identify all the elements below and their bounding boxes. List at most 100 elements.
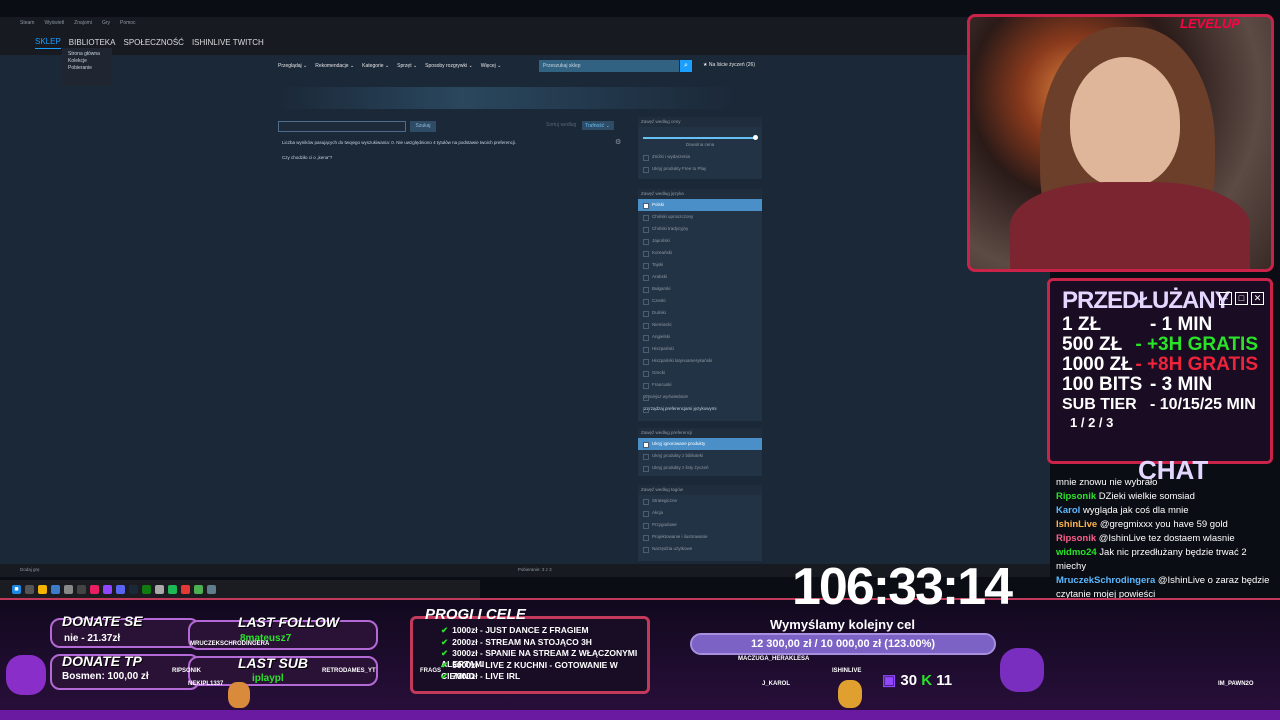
tag-option[interactable]: Przygodowe [638, 519, 762, 531]
add-game-button[interactable]: Dodaj grę [20, 567, 40, 574]
slider-knob[interactable] [753, 135, 758, 140]
pref-option[interactable]: Ukryj produkty z biblioteki [638, 450, 762, 462]
app-icon[interactable] [207, 584, 216, 594]
store-search-input[interactable]: Przeszukaj sklep [539, 60, 679, 72]
language-manage[interactable]: Zarządzaj preferencjami językowymi [638, 403, 762, 415]
language-show-less[interactable]: zmniejsz wyświetlanie [638, 391, 762, 403]
search-icon[interactable]: ⌕ [680, 60, 692, 72]
did-you-mean[interactable]: Czy chodziło ci o „kena”? [282, 155, 332, 160]
windows-icon[interactable]: ■ [12, 584, 21, 594]
spotify-icon[interactable] [168, 584, 177, 594]
twitch-icon[interactable] [103, 584, 112, 594]
language-option[interactable]: Chiński tradycyjny [638, 223, 762, 235]
tab-hardware[interactable]: Sprzęt ⌄ [397, 63, 417, 69]
sort-dropdown[interactable]: Trafność ⌄ [582, 121, 614, 130]
language-option[interactable]: Tajski [638, 259, 762, 271]
avatar-name: NEKIPL1337 [188, 681, 224, 687]
language-option[interactable]: Niemiecki [638, 319, 762, 331]
app-icon[interactable] [90, 584, 99, 594]
language-option[interactable]: Koreański [638, 247, 762, 259]
pref-option[interactable]: Ukryj produkty z listy życzeń [638, 462, 762, 474]
app-icon[interactable] [25, 584, 34, 594]
chat-text: wygląda jak coś dla mnie [1082, 505, 1189, 516]
chat-username[interactable]: Ripsonik [1056, 533, 1096, 544]
language-option[interactable]: Chiński uproszczony [638, 211, 762, 223]
nav-library[interactable]: BIBLIOTEKA [69, 36, 116, 49]
chat-username[interactable]: IshinLive [1056, 519, 1097, 530]
language-option[interactable]: Czeski [638, 295, 762, 307]
tags-filter-head: Zawęź według tagów [638, 485, 762, 495]
dropdown-item-collections[interactable]: Kolekcje [68, 58, 106, 65]
price-option[interactable]: Ukryj produkty Free to Play [638, 163, 762, 175]
price-option[interactable]: Zniżki i wydarzenia [638, 151, 762, 163]
language-option[interactable]: Grecki [638, 367, 762, 379]
language-option[interactable]: Angielski [638, 331, 762, 343]
app-icon[interactable] [194, 584, 203, 594]
steam-window: Steam Wyświetl Znajomi Gry Pomoc SKLEP B… [0, 17, 1050, 577]
pref-option[interactable]: Ukryj ignorowane produkty [638, 438, 762, 450]
chat-text: mnie znowu nie wybrało [1056, 477, 1158, 488]
gear-icon[interactable]: ⚙ [615, 138, 621, 146]
panel-window-buttons: – □ ✕ [1219, 292, 1264, 305]
preferences-filter: Zawęź według preferencji Ukryj ignorowan… [638, 428, 762, 476]
steam-icon[interactable] [129, 584, 138, 594]
tag-option[interactable]: Akcja [638, 507, 762, 519]
tag-option[interactable]: Strategiczne [638, 495, 762, 507]
tree-sprite [1000, 648, 1044, 692]
language-option[interactable]: Francuski [638, 379, 762, 391]
chat-username[interactable]: Ripsonik [1056, 491, 1096, 502]
language-option[interactable]: Polski [638, 199, 762, 211]
price-row: SUB TIER - 10/15/25 MIN [1062, 396, 1256, 413]
menu-view[interactable]: Wyświetl [44, 20, 64, 26]
search-term-field[interactable] [278, 121, 406, 132]
chat-text: @IshinLive tez dostaem wlasnie [1098, 533, 1235, 544]
folder-icon[interactable] [38, 584, 47, 594]
tag-option[interactable]: Narzędzia użytkowe [638, 543, 762, 555]
app-icon[interactable] [51, 584, 60, 594]
app-icon[interactable] [64, 584, 73, 594]
chat-username[interactable]: MruczekSchrodingera [1056, 575, 1155, 586]
dropdown-item-downloads[interactable]: Pobieranie [68, 65, 106, 72]
chat-text: DZieki wielkie somsiad [1098, 491, 1195, 502]
last-follow-title: LAST FOLLOW [238, 614, 340, 630]
language-option[interactable]: Arabski [638, 271, 762, 283]
tab-ways-to-play[interactable]: Sposoby rozgrywki ⌄ [425, 63, 473, 69]
language-option[interactable]: Bułgarski [638, 283, 762, 295]
tab-categories[interactable]: Kategorie ⌄ [362, 63, 389, 69]
dropdown-item-home[interactable]: Strona główna [68, 51, 106, 58]
steam-menubar: Steam Wyświetl Znajomi Gry Pomoc [0, 17, 1050, 29]
menu-steam[interactable]: Steam [20, 20, 34, 26]
library-dropdown: Strona główna Kolekcje Pobieranie [62, 48, 112, 86]
app-icon[interactable] [155, 584, 164, 594]
chat-message: Ripsonik @IshinLive tez dostaem wlasnie [1056, 532, 1270, 546]
wishlist-link[interactable]: ★ Na liście życzeń (26) [703, 62, 755, 68]
tab-browse[interactable]: Przeglądaj ⌄ [278, 63, 307, 69]
goal-item: 7000zł - LIVE IRL [413, 671, 647, 683]
language-option[interactable]: Hiszpański latynoamerykański [638, 355, 762, 367]
language-option[interactable]: Duński [638, 307, 762, 319]
tab-more[interactable]: Więcej ⌄ [481, 63, 502, 69]
maximize-icon: □ [1235, 292, 1248, 305]
search-button[interactable]: Szukaj [410, 121, 436, 132]
app-icon[interactable] [77, 584, 86, 594]
tab-recommendations[interactable]: Rekomendacje ⌄ [315, 63, 354, 69]
discord-icon[interactable] [116, 584, 125, 594]
nav-store[interactable]: SKLEP [35, 35, 61, 49]
price-filter: Zawęź według ceny Dowolna cena Zniżki i … [638, 117, 762, 179]
download-status[interactable]: Pobieranie: 3 z 3 [518, 567, 552, 574]
chat-username[interactable]: Karol [1056, 505, 1080, 516]
chat-message: Ripsonik DZieki wielkie somsiad [1056, 490, 1270, 504]
price-slider[interactable]: Dowolna cena [638, 127, 762, 151]
menu-help[interactable]: Pomoc [120, 20, 136, 26]
app-icon[interactable] [181, 584, 190, 594]
nav-community[interactable]: SPOŁECZNOŚĆ [123, 36, 183, 49]
xbox-icon[interactable] [142, 584, 151, 594]
chat-username[interactable]: widmo24 [1056, 547, 1097, 558]
results-info: Liczba wyników pasujących do twojego wys… [282, 140, 517, 145]
nav-profile[interactable]: ISHINLIVE TWITCH [192, 36, 264, 49]
language-option[interactable]: Japoński [638, 235, 762, 247]
menu-friends[interactable]: Znajomi [74, 20, 92, 26]
language-option[interactable]: Hiszpański [638, 343, 762, 355]
menu-games[interactable]: Gry [102, 20, 110, 26]
tag-option[interactable]: Projektowanie i ilustrowanie [638, 531, 762, 543]
